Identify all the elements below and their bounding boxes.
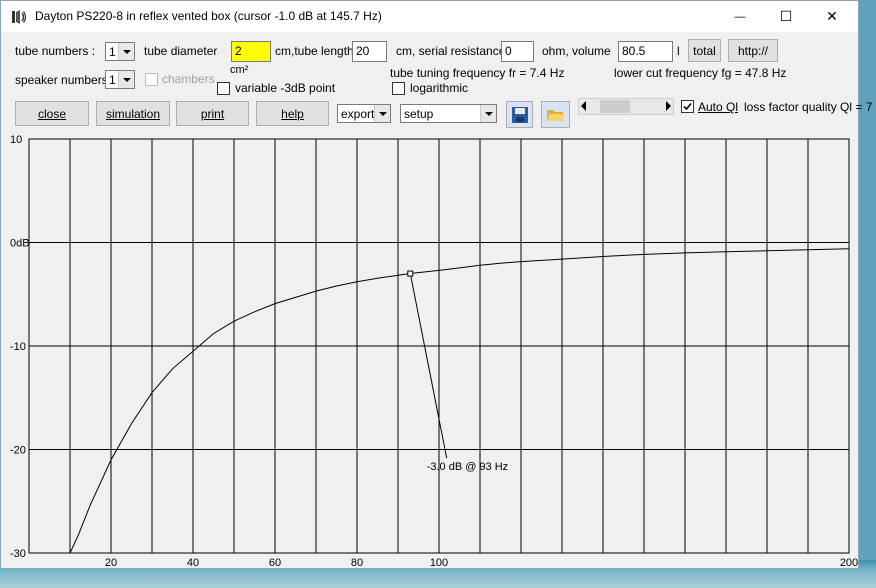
y-tick-label: -20: [10, 445, 26, 457]
volume-input[interactable]: 80.5: [618, 41, 673, 62]
setup-value: setup: [404, 107, 434, 121]
y-tick-label: 0dB: [10, 238, 30, 250]
variable-3db-checkbox[interactable]: [217, 82, 230, 95]
total-button[interactable]: total: [688, 39, 721, 62]
tube-diameter-input[interactable]: 2: [231, 41, 271, 62]
scroll-right-icon[interactable]: [666, 101, 671, 111]
chevron-down-icon[interactable]: [118, 43, 134, 60]
scrollbar-thumb[interactable]: [600, 100, 630, 113]
chevron-down-icon[interactable]: [480, 105, 496, 122]
cursor-marker[interactable]: [407, 270, 414, 277]
open-button[interactable]: [541, 101, 570, 128]
maximize-icon: ☐: [779, 8, 793, 24]
y-tick-label: -10: [10, 341, 26, 353]
volume-label: ohm, volume: [542, 44, 611, 58]
x-tick-label: 60: [269, 557, 281, 568]
chevron-down-icon[interactable]: [118, 71, 134, 88]
minimize-button[interactable]: —: [717, 1, 763, 32]
logarithmic-checkbox[interactable]: [392, 82, 405, 95]
print-button[interactable]: print: [176, 101, 249, 126]
app-window: Dayton PS220-8 in reflex vented box (cur…: [0, 0, 872, 569]
lower-cut-frequency-text: lower cut frequency fg = 47.8 Hz: [614, 66, 787, 80]
check-icon: [683, 102, 692, 111]
variable-3db-label: variable -3dB point: [235, 81, 336, 95]
maximize-button[interactable]: ☐: [763, 1, 809, 32]
chambers-checkbox[interactable]: [145, 73, 158, 86]
x-tick-label: 80: [351, 557, 363, 568]
tube-length-label: cm,tube length: [275, 44, 354, 58]
speaker-numbers-label: speaker numbers :: [15, 73, 115, 87]
close-icon: ✕: [826, 8, 838, 24]
x-tick-label: 40: [187, 557, 199, 568]
y-tick-label: -30: [10, 548, 26, 560]
chevron-down-icon[interactable]: [374, 105, 390, 122]
quality-factor-text: loss factor quality Ql = 7: [744, 100, 873, 114]
close-button[interactable]: close: [15, 101, 89, 126]
close-window-button[interactable]: ✕: [809, 1, 855, 32]
tube-numbers-select[interactable]: 1: [105, 42, 135, 61]
tuning-frequency-text: tube tuning frequency fr = 7.4 Hz: [390, 66, 565, 80]
tube-length-input[interactable]: 20: [352, 41, 387, 62]
x-tick-label: 20: [105, 557, 117, 568]
http-button[interactable]: http://: [728, 39, 778, 62]
tube-numbers-value: 1: [109, 45, 116, 59]
simulation-button[interactable]: simulation: [96, 101, 170, 126]
frequency-response-plot: 10 0dB -10 -20 -30 20 40 60 80 100 200 -3.0 dB @ 9…: [1, 131, 858, 569]
save-button[interactable]: [506, 101, 533, 128]
speaker-numbers-value: 1: [109, 73, 116, 87]
chambers-label: chambers: [162, 72, 215, 86]
logarithmic-label: logarithmic: [410, 81, 469, 95]
auto-ql-checkbox[interactable]: [681, 100, 694, 113]
export-value: export: [341, 107, 375, 121]
help-button[interactable]: help: [256, 101, 329, 126]
app-icon: [12, 10, 27, 24]
serial-resistance-input[interactable]: 0: [501, 41, 534, 62]
floppy-disk-icon: [511, 106, 528, 123]
response-chart: 10 0dB -10 -20 -30 20 40 60 80 100 200 -3.0 dB @ 9…: [10, 134, 858, 569]
minimize-icon: —: [734, 10, 746, 23]
x-tick-label: 100: [430, 557, 448, 568]
speaker-numbers-select[interactable]: 1: [105, 70, 135, 89]
auto-ql-label: Auto Ql: [698, 100, 739, 114]
folder-open-icon: [546, 109, 565, 121]
area-unit-label: cm²: [230, 64, 249, 76]
title-bar: Dayton PS220-8 in reflex vented box (cur…: [1, 1, 858, 32]
y-tick-label: 10: [10, 134, 22, 146]
scroll-left-icon[interactable]: [581, 101, 586, 111]
tube-numbers-label: tube numbers :: [15, 44, 96, 58]
volume-unit: l: [677, 44, 680, 58]
window-title: Dayton PS220-8 in reflex vented box (cur…: [35, 9, 382, 23]
horizontal-scrollbar[interactable]: [578, 98, 674, 115]
setup-select[interactable]: setup: [400, 104, 497, 123]
cursor-label: -3.0 dB @ 93 Hz: [427, 461, 508, 473]
serial-resistance-label: cm, serial resistance: [396, 44, 506, 58]
export-select[interactable]: export: [337, 104, 391, 123]
x-tick-label: 200: [840, 557, 858, 568]
tube-diameter-label: tube diameter: [144, 44, 218, 58]
